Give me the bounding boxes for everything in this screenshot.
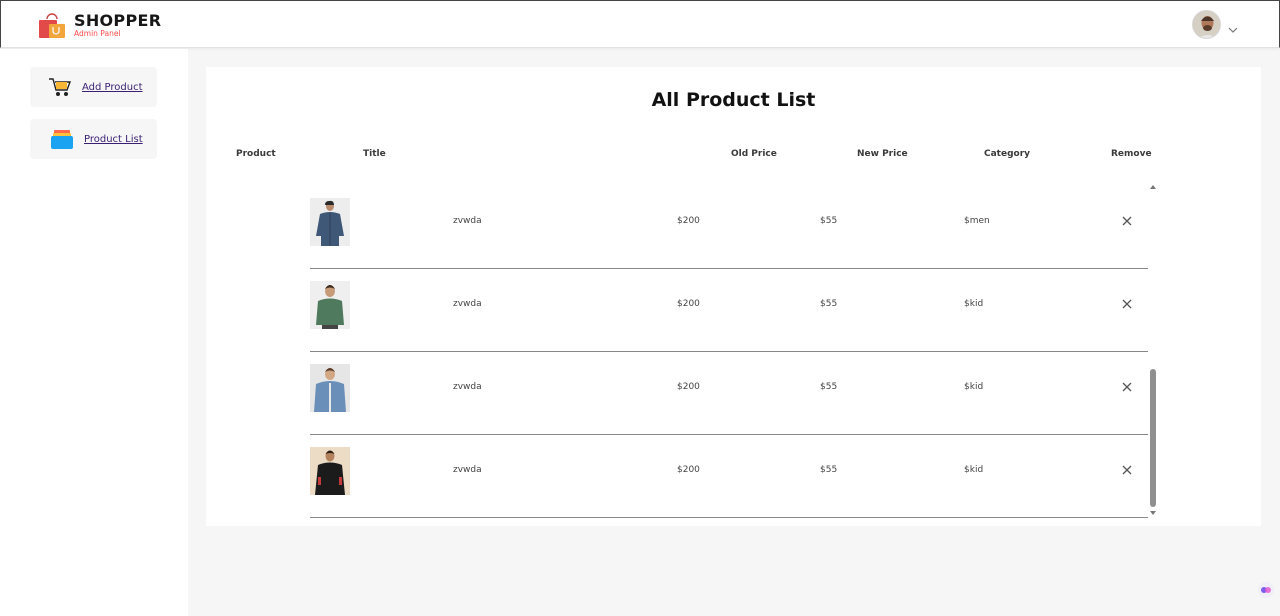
table-row: zvwda $200 $55 $kid: [310, 352, 1148, 435]
product-image: [310, 364, 350, 412]
product-category: $kid: [964, 382, 984, 392]
brand-name: SHOPPER: [74, 11, 162, 30]
column-header-remove: Remove: [1111, 149, 1152, 159]
column-header-new-price: New Price: [857, 149, 908, 159]
close-icon[interactable]: [1121, 464, 1133, 476]
sidebar-item-label: Product List: [84, 133, 143, 145]
sidebar-item-add-product[interactable]: Add Product: [30, 67, 157, 107]
product-category: $men: [964, 216, 990, 226]
product-title: zvwda: [453, 299, 482, 309]
column-header-old-price: Old Price: [731, 149, 777, 159]
close-icon[interactable]: [1121, 298, 1133, 310]
product-new-price: $55: [820, 382, 838, 392]
sidebar-item-product-list[interactable]: Product List: [30, 119, 157, 159]
avatar[interactable]: [1192, 10, 1221, 39]
column-header-product: Product: [236, 149, 276, 159]
cart-icon: [48, 76, 72, 98]
column-header-title: Title: [363, 149, 386, 159]
product-title: zvwda: [453, 216, 482, 226]
page-title: All Product List: [651, 89, 816, 111]
sidebar-item-label: Add Product: [82, 81, 143, 93]
product-list-panel: All Product List Product Title Old Price…: [206, 67, 1261, 526]
product-new-price: $55: [820, 216, 838, 226]
close-icon[interactable]: [1121, 381, 1133, 393]
scroll-up-arrow-icon[interactable]: [1150, 185, 1156, 189]
product-image: [310, 447, 350, 495]
brand[interactable]: SHOPPER Admin Panel: [37, 11, 161, 41]
chevron-down-icon[interactable]: [1227, 20, 1239, 33]
scrollbar-thumb[interactable]: [1150, 369, 1156, 507]
product-old-price: $200: [677, 465, 700, 475]
brand-subtitle: Admin Panel: [74, 29, 121, 38]
product-image: [310, 198, 350, 246]
shopping-bag-logo-icon: [37, 11, 67, 41]
top-navbar: SHOPPER Admin Panel: [0, 0, 1280, 48]
product-title: zvwda: [453, 382, 482, 392]
product-old-price: $200: [677, 382, 700, 392]
scroll-down-arrow-icon[interactable]: [1150, 511, 1156, 515]
product-list[interactable]: zvwda $200 $55 $men zvwda $200 $55 $kid …: [310, 186, 1158, 518]
product-old-price: $200: [677, 299, 700, 309]
product-category: $kid: [964, 465, 984, 475]
profile-menu[interactable]: [1192, 10, 1239, 39]
table-row: zvwda $200 $55 $men: [310, 186, 1148, 269]
assistant-widget-icon[interactable]: [1258, 582, 1274, 598]
table-row: zvwda $200 $55 $kid: [310, 269, 1148, 352]
product-category: $kid: [964, 299, 984, 309]
product-title: zvwda: [453, 465, 482, 475]
column-header-category: Category: [984, 149, 1031, 159]
sidebar: Add Product Product List: [0, 49, 188, 616]
product-new-price: $55: [820, 465, 838, 475]
product-image: [310, 281, 350, 329]
table-row: zvwda $200 $55 $kid: [310, 435, 1148, 518]
product-new-price: $55: [820, 299, 838, 309]
close-icon[interactable]: [1121, 215, 1133, 227]
list-icon: [50, 128, 74, 150]
product-old-price: $200: [677, 216, 700, 226]
